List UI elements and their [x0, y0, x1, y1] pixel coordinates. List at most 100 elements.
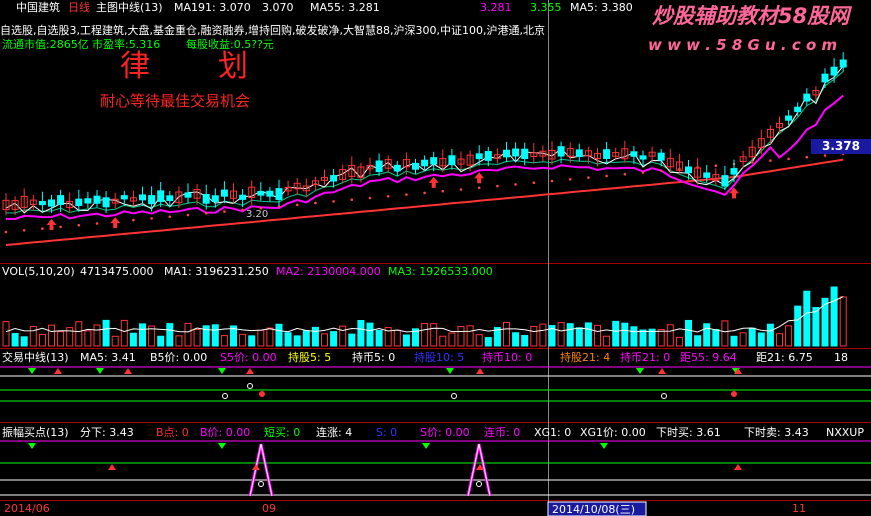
amplitude-indicator-panel[interactable] — [0, 440, 871, 497]
support-dot — [332, 200, 335, 203]
support-dot — [241, 208, 244, 212]
volume-bar — [339, 325, 347, 347]
candle-body — [93, 195, 101, 204]
calligraphy-char-1: 律 — [120, 49, 150, 84]
candle-body — [603, 149, 611, 159]
volume-bar — [694, 335, 702, 347]
date-axis-start: 2014/06 — [4, 502, 50, 515]
support-dot — [204, 212, 208, 215]
candle-body — [266, 190, 274, 197]
support-dot — [150, 217, 153, 220]
sell-arrow-icon — [96, 368, 104, 374]
volume-chart-panel[interactable] — [2, 286, 847, 347]
support-dot — [823, 154, 827, 157]
volume-bar — [439, 335, 447, 347]
volume-bar — [512, 332, 520, 347]
sell-arrow-icon — [422, 443, 430, 449]
volume-bar — [20, 336, 28, 347]
trade-tail: 18 — [834, 351, 848, 364]
candle-body — [166, 195, 174, 202]
vol-title[interactable]: VOL(5,10,20) — [2, 265, 75, 278]
volume-bar — [448, 332, 456, 347]
volume-bar — [293, 335, 301, 347]
value-5: 3.355 — [530, 1, 562, 14]
volume-bar — [803, 290, 811, 347]
buy-arrow-icon — [110, 217, 121, 229]
indicator-name[interactable]: 主图中线(13) — [96, 1, 163, 14]
volume-bar — [475, 334, 483, 347]
volume-bar — [812, 306, 820, 347]
candle-body — [721, 175, 729, 187]
volume-bar — [357, 319, 365, 347]
volume-bar — [211, 324, 219, 347]
volume-bar — [29, 326, 37, 347]
support-dot — [59, 225, 62, 229]
ma-line-red — [5, 158, 844, 246]
volume-bar — [184, 322, 192, 347]
candle-body — [38, 200, 46, 206]
amp-title[interactable]: 振幅买点(13) — [2, 426, 69, 439]
trade-s5: S5价: 0.00 — [220, 351, 277, 364]
support-dot — [641, 171, 645, 174]
volume-bar — [457, 326, 465, 347]
trade-hold10: 持股10: 5 — [414, 351, 465, 364]
amp-bprice: B价: 0.00 — [200, 426, 251, 439]
sell-arrow-icon — [218, 368, 226, 374]
volume-bar — [175, 335, 183, 347]
candle-body — [685, 166, 692, 174]
trade-cash10: 持币10: 0 — [482, 351, 533, 364]
volume-bar — [739, 332, 747, 347]
volume-bar — [284, 332, 292, 347]
buy-arrow-icon — [252, 464, 260, 470]
volume-bar — [530, 325, 538, 347]
volume-bar — [129, 332, 137, 347]
volume-bar — [257, 329, 265, 347]
slogan-text: 耐心等待最佳交易机会 — [100, 92, 251, 110]
support-dot — [41, 227, 44, 230]
candle-body — [139, 194, 146, 201]
sell-arrow-icon — [446, 368, 454, 374]
volume-bar — [603, 335, 611, 347]
trade-indicator-panel[interactable] — [0, 366, 871, 402]
volume-bar — [630, 326, 638, 347]
volume-bar — [748, 327, 756, 347]
candle-body — [794, 106, 802, 113]
watermark-title: 炒股辅助教材58股网 — [652, 4, 850, 28]
buy-arrow-icon — [124, 368, 132, 374]
current-price-tag: 3.378 — [822, 139, 860, 153]
trade-cash5: 持币5: 0 — [352, 351, 396, 364]
support-dot — [4, 230, 8, 234]
volume-bar — [657, 329, 665, 347]
volume-bar — [220, 335, 228, 347]
trade-title[interactable]: 交易中线(13) — [2, 351, 69, 364]
amp-xg1price: XG1价: 0.00 — [580, 426, 646, 439]
panel-separator-main-vol — [0, 263, 871, 264]
volume-bar — [75, 321, 83, 347]
support-dot — [22, 229, 26, 232]
volume-bar — [57, 331, 65, 347]
trade-hold5: 持股5: 5 — [288, 351, 332, 364]
volume-bar — [248, 335, 256, 347]
candle-body — [239, 194, 247, 200]
volume-ma-line — [5, 296, 844, 333]
support-dot — [714, 164, 718, 167]
candle-body — [503, 149, 510, 158]
volume-bar — [111, 335, 119, 347]
volume-bar — [430, 323, 438, 347]
candle-body — [830, 66, 838, 76]
vol-ma1: MA1: 3196231.250 — [164, 265, 269, 278]
vol-ma3: MA3: 1926533.000 — [388, 265, 493, 278]
signal-circle-icon — [661, 393, 667, 399]
period-label[interactable]: 日线 — [68, 1, 90, 14]
support-dot — [223, 210, 226, 213]
ma-line-white — [5, 65, 844, 214]
date-axis-cursor[interactable]: 2014/10/08(三) — [552, 503, 635, 516]
price-left-label: 3.20 — [246, 209, 269, 220]
support-dot — [605, 174, 608, 178]
market-value: 流通市值:2865亿 — [2, 38, 89, 51]
amp-sprice: S价: 0.00 — [420, 426, 470, 439]
vol-ma2: MA2: 2130004.000 — [276, 265, 381, 278]
concept-tags: 自选股,自选股3,工程建筑,大盘,基金重仓,融资融券,增持回购,破发破净,大智慧… — [0, 24, 545, 37]
volume-bar — [302, 330, 310, 347]
signal-dot-icon — [259, 391, 265, 397]
